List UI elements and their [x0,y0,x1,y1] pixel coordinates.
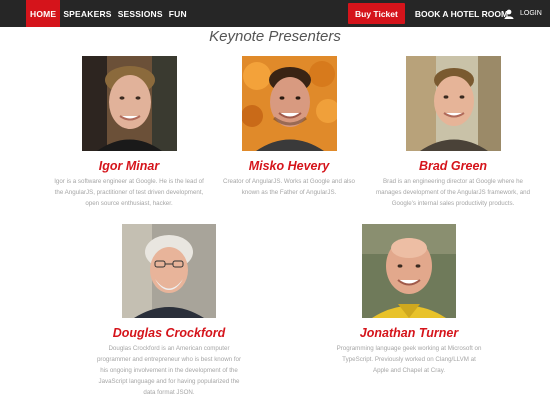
speaker-bio: Douglas Crockford is an American compute… [96,345,242,396]
speaker-photo[interactable] [241,56,337,151]
nav-sessions[interactable]: SESSIONS [115,0,166,27]
top-navbar: HOME SPEAKERS SESSIONS FUN Buy Ticket BO… [0,0,550,27]
speaker-photo[interactable] [81,56,177,151]
nav-menu: HOME SPEAKERS SESSIONS FUN [26,0,190,27]
login-label: LOGIN [520,10,542,17]
speaker-name[interactable]: Igor Minar [54,159,204,173]
speaker-bio: Creator of AngularJS. Works at Google an… [223,178,355,196]
speaker-card: Igor Minar Igor is a software engineer a… [54,56,204,209]
buy-ticket-button[interactable]: Buy Ticket [348,3,405,24]
section-title: Keynote Presenters [209,28,341,45]
speaker-name[interactable]: Misko Hevery [214,159,364,173]
speaker-card: Douglas Crockford Douglas Crockford is a… [94,224,244,398]
speaker-bio: Brad is an engineering director at Googl… [375,178,531,207]
speaker-photo[interactable] [122,224,216,318]
nav-speakers[interactable]: SPEAKERS [60,0,114,27]
book-hotel-link[interactable]: BOOK A HOTEL ROOM [415,9,508,19]
speaker-bio: Programming language geek working at Mic… [336,345,482,374]
speaker-name[interactable]: Jonathan Turner [334,326,484,340]
nav-home[interactable]: HOME [26,0,61,27]
nav-fun[interactable]: FUN [166,0,190,27]
speaker-card: Misko Hevery Creator of AngularJS. Works… [214,56,364,198]
speaker-name[interactable]: Douglas Crockford [94,326,244,340]
speaker-photo[interactable] [362,224,456,318]
login-link[interactable]: LOGIN [504,0,542,27]
speaker-name[interactable]: Brad Green [374,159,532,173]
speaker-photo[interactable] [405,56,501,151]
user-icon [504,9,514,19]
speaker-card: Brad Green Brad is an engineering direct… [374,56,532,209]
speaker-bio: Igor is a software engineer at Google. H… [54,178,204,207]
speaker-card: Jonathan Turner Programming language gee… [334,224,484,376]
nav-actions: Buy Ticket BOOK A HOTEL ROOM [348,0,508,27]
